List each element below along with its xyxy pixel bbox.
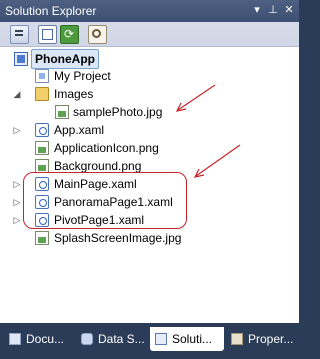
tab-label: Soluti... (172, 332, 213, 346)
tree-item-label: My Project (54, 69, 111, 83)
project-icon (14, 52, 28, 66)
solution-explorer-icon (155, 333, 167, 345)
expand-arrow-icon[interactable]: ▷ (12, 211, 22, 229)
tree-item-label: Images (54, 87, 94, 101)
expand-arrow-icon[interactable]: ▷ (12, 193, 22, 211)
tab-document-outline[interactable]: Docu... (4, 327, 72, 351)
tree-item-splash-screen[interactable]: SplashScreenImage.jpg (0, 229, 200, 247)
tab-properties[interactable]: Proper... (226, 327, 296, 351)
highlight-box-annotation (23, 172, 187, 229)
document-outline-icon (9, 333, 21, 345)
arrow-annotation-line (195, 144, 241, 177)
tab-label: Docu... (26, 332, 65, 346)
expand-arrow-icon[interactable]: ▷ (12, 121, 22, 139)
collapse-arrow-icon[interactable]: ◢ (12, 85, 22, 103)
tree-item-application-icon[interactable]: ApplicationIcon.png (0, 139, 200, 157)
tree-item-label: samplePhoto.jpg (73, 105, 163, 119)
tree-item-my-project[interactable]: My Project (0, 67, 200, 85)
close-icon[interactable]: ✕ (282, 3, 296, 17)
show-all-files-button[interactable] (38, 25, 57, 44)
data-sources-icon (81, 333, 93, 345)
refresh-icon: ⟳ (64, 27, 75, 41)
properties-button[interactable] (10, 25, 29, 44)
refresh-button[interactable]: ⟳ (60, 25, 79, 44)
pin-icon[interactable]: ⊥ (266, 3, 280, 17)
tree-item-label: SplashScreenImage.jpg (54, 231, 182, 245)
toolbar: ⟳ (0, 22, 299, 47)
tree-item-images-folder[interactable]: ◢ Images (0, 85, 200, 103)
expand-arrow-icon[interactable]: ▷ (12, 175, 22, 193)
properties-icon (231, 333, 243, 345)
image-file-icon (55, 105, 69, 119)
tab-label: Proper... (248, 332, 294, 346)
my-project-icon (35, 69, 49, 83)
window-title: Solution Explorer (5, 4, 97, 18)
tree-item-label: App.xaml (54, 123, 105, 137)
tab-data-sources[interactable]: Data S... (76, 327, 148, 351)
properties-icon (15, 30, 23, 32)
project-label: PhoneApp (31, 49, 99, 69)
solution-explorer-window: Solution Explorer ▾ ⊥ ✕ ⟳ PhoneApp My Pr… (0, 0, 299, 359)
image-file-icon (35, 159, 49, 173)
title-bar: Solution Explorer ▾ ⊥ ✕ (0, 0, 299, 22)
tree-item-label: ApplicationIcon.png (54, 141, 159, 155)
tree-item-project[interactable]: PhoneApp (0, 49, 200, 69)
tree-item-sample-photo[interactable]: samplePhoto.jpg (0, 103, 200, 121)
view-class-diagram-button[interactable] (88, 25, 107, 44)
xaml-file-icon (35, 123, 49, 137)
solution-tree: PhoneApp My Project ◢ Images samplePhoto… (0, 47, 297, 323)
folder-icon (35, 87, 49, 101)
bottom-tab-strip: Docu... Data S... Soluti... Proper... (0, 323, 299, 359)
tab-solution-explorer[interactable]: Soluti... (150, 327, 224, 351)
tab-label: Data S... (98, 332, 145, 346)
dropdown-icon[interactable]: ▾ (250, 3, 264, 17)
image-file-icon (35, 141, 49, 155)
show-all-files-icon (42, 29, 53, 40)
class-diagram-icon (92, 29, 101, 38)
tree-item-app-xaml[interactable]: ▷ App.xaml (0, 121, 200, 139)
image-file-icon (35, 231, 49, 245)
